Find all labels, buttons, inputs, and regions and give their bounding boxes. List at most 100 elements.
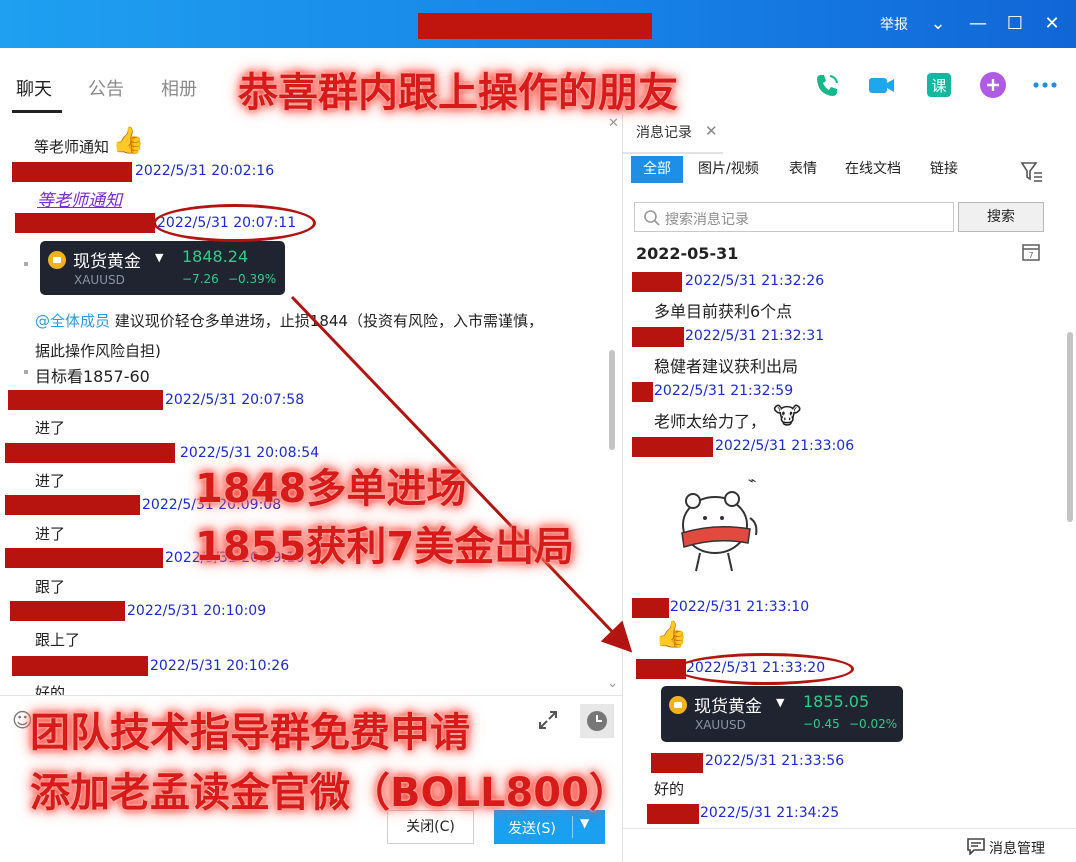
- close-icon[interactable]: ✕: [1040, 10, 1064, 38]
- calendar-icon[interactable]: 7: [1021, 242, 1041, 262]
- advice-line-2: 据此操作风险自担): [35, 342, 161, 360]
- tab-notice[interactable]: 公告: [88, 75, 124, 101]
- quote-price: 1855.05: [803, 692, 870, 711]
- redacted-sender: [10, 601, 125, 621]
- promo-entry: 1848多单进场: [195, 466, 467, 512]
- phone-icon[interactable]: [812, 70, 842, 100]
- redacted-sender: [632, 272, 682, 292]
- quote-change: −7.26: [182, 272, 219, 286]
- history-message: 老师太给力了，: [654, 412, 767, 431]
- history-search-input[interactable]: 搜索消息记录: [634, 202, 954, 232]
- highlight-ellipse: [676, 653, 854, 685]
- close-icon[interactable]: ✕: [608, 116, 619, 131]
- svg-text:7: 7: [1028, 251, 1033, 260]
- more-icon[interactable]: [1030, 70, 1060, 100]
- redacted-sender: [647, 804, 699, 824]
- video-call-icon[interactable]: [866, 70, 896, 100]
- expand-icon[interactable]: [536, 708, 560, 732]
- caret-down-icon[interactable]: ▼: [155, 251, 163, 264]
- cow-emoji-icon: 🐮: [773, 402, 802, 430]
- message-text: 进了: [35, 472, 66, 490]
- history-scrollbar[interactable]: [1067, 332, 1073, 522]
- bullet: [24, 262, 28, 266]
- minimize-icon[interactable]: —: [966, 10, 990, 38]
- redacted-sender: [651, 753, 703, 773]
- redacted-sender: [5, 495, 140, 515]
- timestamp: 2022/5/31 20:07:58: [165, 392, 305, 408]
- filter-emoji[interactable]: 表情: [789, 156, 817, 183]
- report-button[interactable]: 举报: [880, 14, 908, 34]
- title-bar: 举报 ⌄ — ☐ ✕: [0, 0, 1076, 48]
- message-text: 目标看1857-60: [35, 367, 150, 386]
- chevron-down-icon[interactable]: ⌄: [607, 676, 618, 691]
- message-text: 跟了: [35, 578, 66, 596]
- timestamp: 2022/5/31 21:33:56: [705, 753, 845, 769]
- tab-chat[interactable]: 聊天: [16, 75, 52, 101]
- search-placeholder: 搜索消息记录: [665, 212, 749, 228]
- message-history-panel: 消息记录 ✕ 全部 图片/视频 表情 在线文档 链接 搜索消息记录 搜索 202…: [623, 114, 1076, 862]
- quote-price: 1848.24: [182, 247, 249, 266]
- history-message: 多单目前获利6个点: [654, 302, 793, 321]
- redacted-sender: [632, 437, 713, 457]
- filter-links[interactable]: 链接: [930, 156, 958, 183]
- timestamp: 2022/5/31 21:32:26: [685, 273, 825, 289]
- history-toggle[interactable]: [580, 704, 614, 738]
- gold-coin-icon: [48, 251, 66, 269]
- gold-quote-card[interactable]: 现货黄金 ▼ XAUUSD 1855.05 −0.45 −0.02%: [661, 686, 903, 742]
- message-manage-button[interactable]: 消息管理: [989, 838, 1045, 858]
- search-button[interactable]: 搜索: [958, 202, 1044, 232]
- history-title: 消息记录: [636, 125, 692, 141]
- redacted-group-name: [418, 13, 652, 39]
- advice-message: @全体成员 建议现价轻仓多单进场，止损1844（投资有风险，入市需谨慎， 据此操…: [35, 306, 615, 366]
- quote-percent: −0.39%: [228, 272, 277, 286]
- message-text: 好的: [35, 684, 66, 695]
- redacted-sender: [15, 213, 155, 233]
- tab-album[interactable]: 相册: [161, 75, 197, 101]
- mention-all[interactable]: @全体成员: [35, 312, 110, 330]
- close-icon[interactable]: ✕: [705, 122, 718, 140]
- timestamp: 2022/5/31 20:10:26: [150, 658, 290, 674]
- chevron-down-icon[interactable]: ⌄: [926, 10, 950, 38]
- chat-message-list[interactable]: 等老师通知 👍 2022/5/31 20:02:16 等老师通知 2022/5/…: [0, 114, 622, 695]
- redacted-sender: [632, 327, 684, 347]
- chevron-down-icon[interactable]: ▼: [580, 816, 589, 830]
- redacted-sender: [5, 548, 163, 568]
- course-icon[interactable]: 课: [924, 70, 954, 100]
- maximize-icon[interactable]: ☐: [1003, 10, 1027, 38]
- message-text: 进了: [35, 525, 66, 543]
- svg-text:课: 课: [931, 77, 946, 95]
- filter-all[interactable]: 全部: [631, 156, 683, 183]
- message-text: 进了: [35, 419, 66, 437]
- promo-profit: 1855获利7美金出局: [195, 524, 575, 570]
- timestamp: 2022/5/31 21:34:25: [700, 805, 840, 821]
- promo-headline: 恭喜群内跟上操作的朋友: [238, 70, 678, 116]
- chat-scrollbar[interactable]: [609, 350, 615, 450]
- timestamp: 2022/5/31 20:10:09: [127, 603, 267, 619]
- active-tab-indicator: [12, 110, 62, 113]
- clock-icon: [587, 711, 607, 731]
- gold-quote-card[interactable]: 现货黄金 ▼ XAUUSD 1848.24 −7.26 −0.39%: [40, 241, 285, 295]
- quote-name: 现货黄金: [73, 252, 141, 272]
- history-message: 好的: [654, 780, 685, 798]
- redacted-sender: [5, 443, 175, 463]
- promo-group: 团队技术指导群免费申请: [30, 710, 470, 756]
- message-link[interactable]: 等老师通知: [37, 186, 122, 211]
- add-app-icon[interactable]: [978, 70, 1008, 100]
- advice-line-1: 建议现价轻仓多单进场，止损1844（投资有风险，入市需谨慎，: [110, 312, 543, 330]
- redacted-sender: [8, 390, 163, 410]
- thumbs-up-icon: 👍: [112, 126, 145, 156]
- quote-name: 现货黄金: [694, 697, 762, 717]
- redacted-sender: [632, 598, 669, 618]
- redacted-sender: [12, 656, 148, 676]
- search-icon: [644, 210, 660, 226]
- caret-down-icon[interactable]: ▼: [776, 696, 784, 709]
- message-manage-icon: [967, 838, 985, 855]
- filter-docs[interactable]: 在线文档: [845, 156, 901, 183]
- history-date: 2022-05-31: [636, 244, 739, 263]
- filter-icon[interactable]: [1020, 161, 1044, 183]
- thumbs-up-icon: 👍: [655, 620, 688, 650]
- divider: [623, 152, 723, 154]
- filter-media[interactable]: 图片/视频: [698, 156, 759, 183]
- promo-contact: 添加老孟读金官微（BOLL800）: [30, 770, 629, 816]
- redacted-sender: [12, 162, 132, 182]
